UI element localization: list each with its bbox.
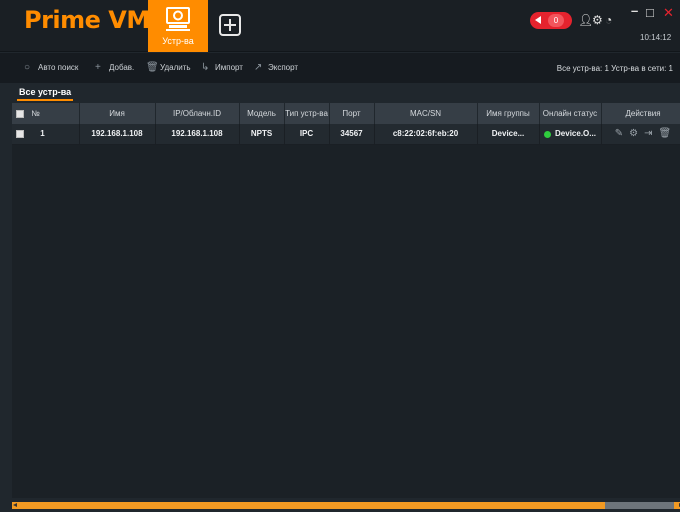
- tab-all-devices[interactable]: Все устр-ва: [17, 87, 74, 101]
- logout-icon[interactable]: ⇥: [644, 128, 652, 139]
- cell-actions: ✎ ⚙ ⇥ 🗑︎: [601, 124, 680, 145]
- plus-icon: +: [95, 62, 101, 73]
- export-button[interactable]: ↗ Экспорт: [254, 62, 298, 73]
- device-table: № Имя IP/Облачн.ID Модель Тип устр-ва По…: [12, 103, 680, 498]
- header-number-label: №: [31, 109, 40, 118]
- cell-ip: 192.168.1.108: [155, 124, 240, 145]
- header-port[interactable]: Порт: [329, 103, 375, 124]
- cell-device-type: IPC: [284, 124, 330, 145]
- header-device-type[interactable]: Тип устр-ва: [284, 103, 330, 124]
- maximize-icon[interactable]: □: [646, 6, 654, 20]
- toolbar: ○ Авто поиск + Добав. 🗑︎Удалить ↳ Импорт ↗ Э…: [0, 53, 680, 83]
- tab-devices-label: Устр-ва: [162, 36, 194, 46]
- auto-search-button[interactable]: ○ Авто поиск: [24, 62, 78, 73]
- online-status-dot: [544, 130, 552, 138]
- tab-devices[interactable]: Устр-ва: [148, 0, 208, 52]
- cell-group: Device...: [477, 124, 540, 145]
- import-icon: ↳: [201, 62, 210, 73]
- import-label: Импорт: [215, 63, 243, 72]
- trash-icon: 🗑︎: [146, 62, 159, 73]
- add-tab-icon[interactable]: [219, 14, 241, 36]
- header-number[interactable]: №: [12, 103, 80, 124]
- add-label: Добав.: [109, 63, 135, 72]
- cell-name: 192.168.1.108: [79, 124, 156, 145]
- select-all-checkbox[interactable]: [16, 109, 24, 118]
- delete-button[interactable]: 🗑︎Удалить: [146, 62, 191, 73]
- table-row[interactable]: 1 192.168.1.108 192.168.1.108 NPTS IPC 3…: [12, 124, 680, 145]
- header-group[interactable]: Имя группы: [477, 103, 540, 124]
- app-window: Prime VMS Устр-ва 0 👤︎ ⚙ ◔ – □ ✕ 10:14:1…: [0, 0, 680, 512]
- cell-port: 34567: [329, 124, 375, 145]
- export-label: Экспорт: [268, 63, 299, 72]
- auto-search-label: Авто поиск: [38, 63, 79, 72]
- header-name[interactable]: Имя: [79, 103, 156, 124]
- header-model[interactable]: Модель: [239, 103, 285, 124]
- cell-mac: c8:22:02:6f:eb:20: [374, 124, 478, 145]
- header-ip[interactable]: IP/Облачн.ID: [155, 103, 240, 124]
- close-icon[interactable]: ✕: [663, 6, 674, 20]
- device-settings-icon[interactable]: ⚙: [629, 128, 638, 139]
- cell-online-status: Device.O...: [539, 124, 602, 145]
- export-icon: ↗: [254, 62, 263, 73]
- scrollbar-thumb[interactable]: [605, 502, 674, 509]
- performance-icon[interactable]: ◔: [605, 13, 612, 27]
- cell-number: 1: [12, 124, 80, 145]
- row-number: 1: [40, 129, 45, 139]
- online-status-text: Device.O...: [555, 129, 596, 139]
- user-icon[interactable]: 👤︎: [578, 13, 593, 27]
- alarm-indicator[interactable]: 0: [530, 12, 572, 29]
- scroll-left-icon[interactable]: [13, 503, 17, 507]
- header-mac[interactable]: MAC/SN: [374, 103, 478, 124]
- device-summary: Все устр-ва: 1 Устр-ва в сети: 1: [556, 64, 673, 73]
- header-online-status[interactable]: Онлайн статус: [539, 103, 602, 124]
- horizontal-scrollbar[interactable]: [12, 502, 680, 509]
- title-bar: Prime VMS Устр-ва 0 👤︎ ⚙ ◔ – □ ✕ 10:14:1…: [0, 0, 680, 52]
- edit-icon[interactable]: ✎: [615, 128, 623, 139]
- table-header-row: № Имя IP/Облачн.ID Модель Тип устр-ва По…: [12, 103, 680, 124]
- add-button[interactable]: + Добав.: [95, 62, 134, 73]
- minimize-icon[interactable]: –: [631, 4, 638, 18]
- row-checkbox[interactable]: [16, 130, 24, 139]
- alarm-count: 0: [548, 14, 564, 27]
- import-button[interactable]: ↳ Импорт: [201, 62, 243, 73]
- delete-label: Удалить: [160, 63, 191, 72]
- header-actions: Действия: [601, 103, 680, 124]
- settings-icon[interactable]: ⚙: [592, 13, 603, 27]
- cell-model: NPTS: [239, 124, 285, 145]
- clock: 10:14:12: [640, 33, 672, 42]
- app-logo: Prime VMS: [24, 6, 167, 34]
- speaker-icon: [535, 16, 541, 24]
- search-icon: ○: [24, 62, 31, 73]
- device-manager-icon: [166, 7, 190, 31]
- delete-row-icon[interactable]: 🗑︎: [659, 128, 672, 139]
